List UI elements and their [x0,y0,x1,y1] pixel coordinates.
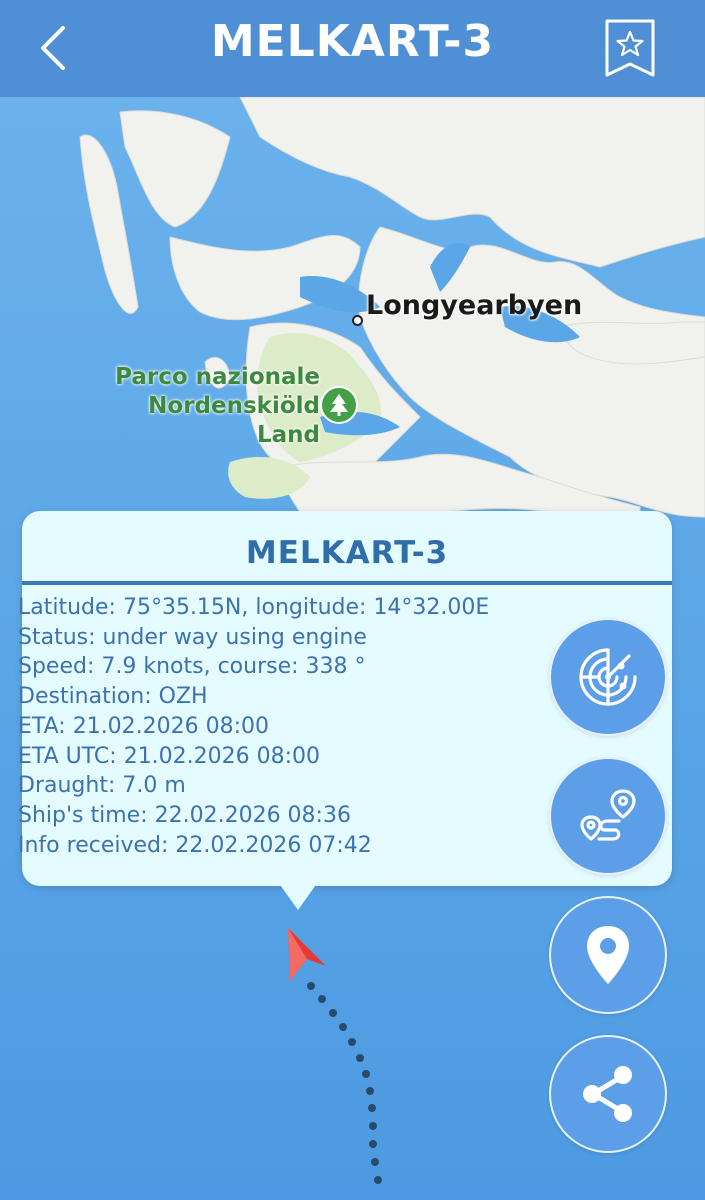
park-label-line: Land [256,422,320,448]
share-icon [583,1066,632,1122]
detail-eta-utc: ETA UTC: 21.02.2026 08:00 [18,743,321,769]
radar-icon [579,648,637,706]
detail-draught: Draught: 7.0 m [18,773,186,799]
park-label-line: Nordenskiöld [148,393,320,419]
detail-position: Latitude: 75°35.15N, longitude: 14°32.00… [18,595,490,620]
detail-ships-time: Ship's time: 22.02.2026 08:36 [18,802,351,828]
tree-icon [320,386,358,424]
detail-speed-course: Speed: 7.9 knots, course: 338 ° [18,654,366,680]
location-button[interactable] [549,896,667,1014]
park-label-line: Parco nazionale [115,364,320,390]
detail-eta: ETA: 21.02.2026 08:00 [18,713,270,739]
park-label: Parco nazionale Nordenskiöld Land [60,363,320,450]
bookmark-star-icon [605,19,655,77]
city-label: Longyearbyen [366,290,583,321]
map-pin-icon [587,926,629,984]
city-marker [352,315,363,326]
vessel-details: Latitude: 75°35.15N, longitude: 14°32.00… [18,593,578,860]
card-title: MELKART-3 [245,535,449,571]
share-button[interactable] [549,1035,667,1153]
ship-arrow-icon[interactable] [282,923,332,983]
page-title: MELKART-3 [210,16,495,67]
route-button[interactable] [549,757,667,875]
detail-info-received: Info received: 22.02.2026 07:42 [18,832,372,858]
header-bar: MELKART-3 [0,0,705,97]
card-pointer [278,882,318,910]
route-icon [580,789,636,841]
card-divider [22,581,672,585]
detail-destination: Destination: OZH [18,684,208,710]
bookmark-button[interactable] [604,18,656,78]
detail-status: Status: under way using engine [18,624,367,650]
radar-button[interactable] [549,618,667,736]
